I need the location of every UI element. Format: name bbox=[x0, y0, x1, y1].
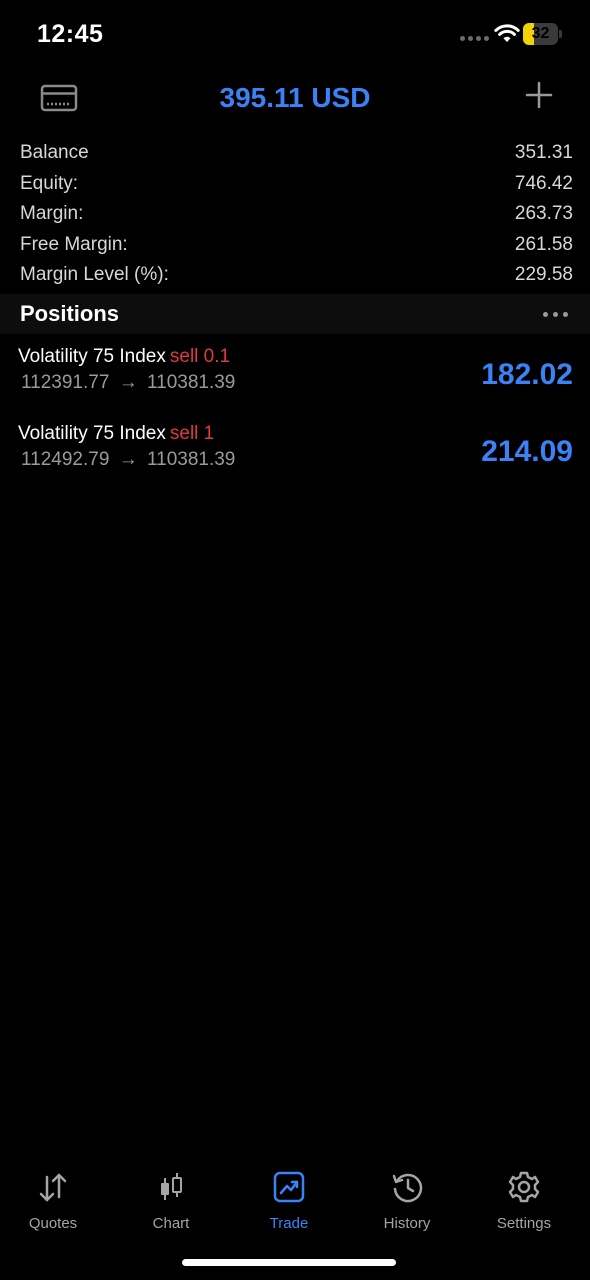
summary-row-free-margin: Free Margin: 261.58 bbox=[0, 230, 590, 261]
tab-label: Quotes bbox=[28, 1215, 78, 1232]
position-current-price: 110381.39 bbox=[146, 449, 236, 470]
summary-label: Equity: bbox=[20, 172, 79, 194]
history-icon bbox=[392, 1173, 423, 1203]
position-prices: 112391.77 → 110381.39 bbox=[21, 372, 235, 394]
candlestick-icon bbox=[161, 1173, 182, 1200]
summary-value: 261.58 bbox=[514, 233, 573, 255]
summary-value: 263.73 bbox=[514, 203, 573, 224]
positions-title: Positions bbox=[20, 301, 120, 326]
position-symbol-name: Volatility 75 Index bbox=[18, 423, 166, 444]
position-open-price: 112492.79 bbox=[21, 449, 110, 470]
tab-settings[interactable]: Settings bbox=[469, 1160, 579, 1240]
status-bar: 12:45 32 bbox=[0, 0, 590, 70]
position-volume: 1 bbox=[203, 423, 215, 444]
more-icon[interactable] bbox=[540, 306, 570, 322]
cellular-signal-icon bbox=[460, 36, 489, 41]
summary-value: 351.31 bbox=[514, 142, 573, 163]
plus-icon[interactable] bbox=[524, 80, 554, 110]
summary-label: Balance bbox=[20, 142, 89, 163]
home-indicator[interactable] bbox=[182, 1259, 396, 1266]
position-side: sell 1 bbox=[169, 423, 215, 444]
summary-label: Margin: bbox=[20, 203, 84, 224]
position-symbol-name: Volatility 75 Index bbox=[18, 346, 166, 367]
battery-level: 32 bbox=[531, 25, 550, 42]
summary-row-margin: Margin: 263.73 bbox=[0, 199, 590, 230]
position-symbol: Volatility 75 Index sell 0.1 bbox=[18, 346, 230, 368]
status-time: 12:45 bbox=[37, 20, 104, 48]
wifi-icon bbox=[494, 24, 520, 42]
positions-header: Positions bbox=[0, 294, 590, 334]
position-row[interactable]: Volatility 75 Index sell 0.1 112391.77 → … bbox=[0, 346, 590, 406]
position-prices: 112492.79 → 110381.39 bbox=[21, 449, 235, 471]
tab-label: History bbox=[383, 1215, 431, 1232]
position-open-price: 112391.77 bbox=[21, 372, 110, 393]
tab-label: Chart bbox=[152, 1215, 190, 1232]
summary-label: Free Margin: bbox=[20, 233, 128, 255]
arrow-right-icon: → bbox=[118, 372, 138, 393]
tab-quotes[interactable]: Quotes bbox=[0, 1160, 108, 1240]
position-profit: 214.09 bbox=[481, 435, 573, 468]
summary-value: 229.58 bbox=[514, 264, 573, 285]
position-current-price: 110381.39 bbox=[146, 372, 236, 393]
tab-chart[interactable]: Chart bbox=[116, 1160, 226, 1240]
tab-label: Settings bbox=[496, 1215, 552, 1232]
battery-indicator: 32 bbox=[523, 23, 563, 45]
tab-trade[interactable]: Trade bbox=[234, 1160, 344, 1240]
summary-row-margin-level: Margin Level (%): 229.58 bbox=[0, 260, 590, 291]
arrow-right-icon: → bbox=[118, 449, 138, 470]
position-symbol: Volatility 75 Index sell 1 bbox=[18, 423, 214, 445]
tab-label: Trade bbox=[269, 1215, 309, 1232]
sort-arrows-icon bbox=[39, 1173, 67, 1202]
summary-value: 746.42 bbox=[514, 172, 573, 194]
summary-row-balance: Balance 351.31 bbox=[0, 138, 590, 169]
summary-label: Margin Level (%): bbox=[20, 264, 169, 285]
account-header: 395.11 USD bbox=[0, 72, 590, 128]
tab-history[interactable]: History bbox=[352, 1160, 462, 1240]
tab-bar: Quotes Chart Trade History Settings bbox=[0, 1160, 590, 1240]
account-summary: Balance 351.31 Equity: 746.42 Margin: 26… bbox=[0, 138, 590, 291]
trade-chart-icon bbox=[273, 1171, 305, 1203]
position-profit: 182.02 bbox=[481, 358, 573, 391]
summary-row-equity: Equity: 746.42 bbox=[0, 169, 590, 200]
gear-icon bbox=[508, 1171, 540, 1203]
position-volume: 0.1 bbox=[203, 346, 231, 367]
position-side: sell 0.1 bbox=[169, 346, 231, 367]
position-row[interactable]: Volatility 75 Index sell 1 112492.79 → 11… bbox=[0, 423, 590, 483]
account-equity-title: 395.11 USD bbox=[219, 82, 371, 113]
